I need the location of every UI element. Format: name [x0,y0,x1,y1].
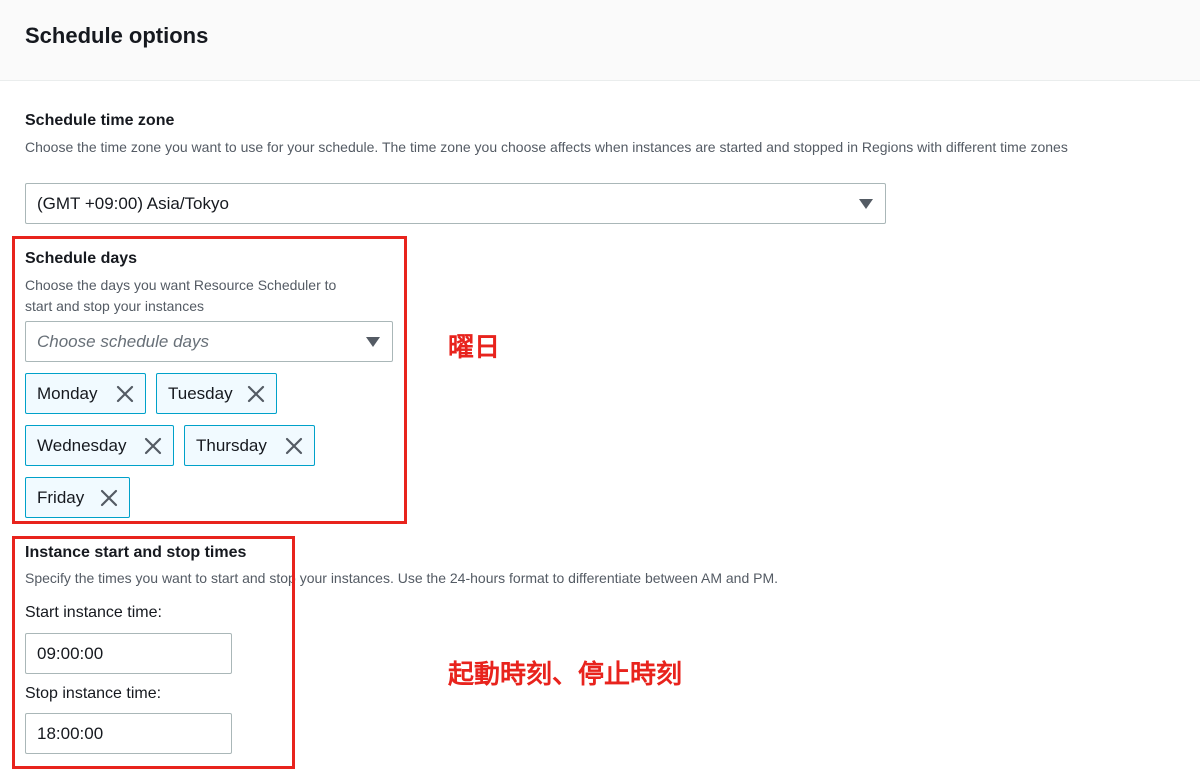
times-annotation: 起動時刻、停止時刻 [448,660,683,690]
caret-down-icon [859,199,873,209]
timezone-label: Schedule time zone [25,112,175,129]
timezone-select[interactable]: (GMT +09:00) Asia/Tokyo [25,183,886,224]
days-annotation: 曜日 [448,333,501,363]
section-header: Schedule options [0,0,1200,81]
days-highlight-box [12,236,407,524]
times-highlight-box [12,536,295,769]
section-title: Schedule options [25,23,209,48]
timezone-selected-value: (GMT +09:00) Asia/Tokyo [37,194,229,213]
timezone-description: Choose the time zone you want to use for… [25,139,1068,155]
